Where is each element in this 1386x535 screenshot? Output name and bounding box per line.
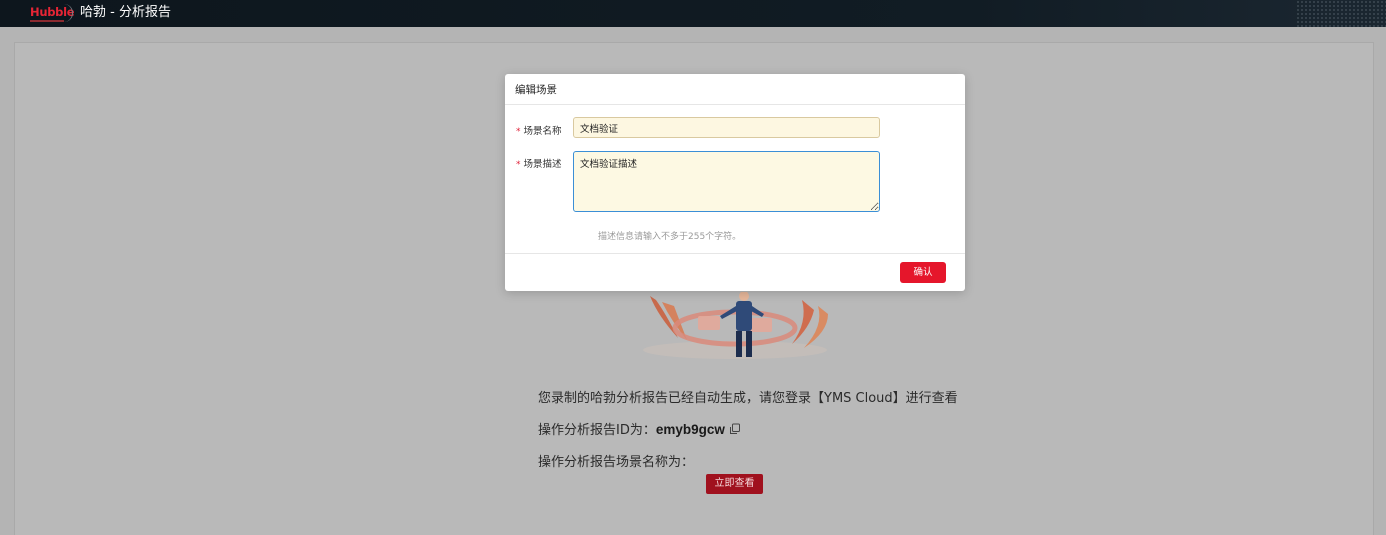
required-mark: * bbox=[516, 127, 521, 137]
report-scene-line: 操作分析报告场景名称为： bbox=[538, 451, 694, 470]
top-bar: Hubble 哈勃 - 分析报告 bbox=[0, 0, 1386, 27]
hubble-logo[interactable]: Hubble bbox=[30, 4, 75, 25]
scene-name-label-text: 场景名称 bbox=[523, 126, 562, 137]
edit-scene-modal: 编辑场景 *场景名称 *场景描述 文档验证描述 描述信息请输入不多于255个字符… bbox=[505, 74, 965, 291]
report-id-line: 操作分析报告ID为：emyb9gcw bbox=[538, 419, 741, 438]
app-title: 哈勃 - 分析报告 bbox=[80, 5, 171, 20]
scene-name-label: * 场景名称 bbox=[516, 123, 562, 137]
modal-title: 编辑场景 bbox=[515, 84, 557, 96]
scene-desc-label-text: 场景描述 bbox=[523, 159, 562, 170]
scene-desc-label: * 场景描述 bbox=[516, 156, 562, 170]
report-id-label: 操作分析报告ID为： bbox=[538, 423, 656, 438]
desc-hint: 描述信息请输入不多于255个字符。 bbox=[598, 232, 742, 242]
required-mark: * bbox=[516, 160, 521, 170]
logo-underline bbox=[30, 20, 64, 22]
modal-footer-divider bbox=[505, 253, 965, 254]
report-message: 您录制的哈勃分析报告已经自动生成，请您登录【YMS Cloud】进行查看 bbox=[538, 391, 958, 406]
report-id-value: emyb9gcw bbox=[655, 422, 725, 437]
report-illustration bbox=[643, 292, 828, 359]
scene-desc-textarea[interactable]: 文档验证描述 bbox=[573, 151, 880, 212]
report-scene-label: 操作分析报告场景名称为： bbox=[538, 455, 695, 470]
confirm-button[interactable]: 确认 bbox=[900, 262, 946, 283]
view-now-button[interactable]: 立即查看 bbox=[706, 474, 763, 494]
scene-name-input[interactable] bbox=[573, 117, 880, 138]
header-texture bbox=[1296, 0, 1386, 27]
copy-icon[interactable] bbox=[729, 423, 741, 435]
modal-header: 编辑场景 bbox=[505, 74, 965, 105]
